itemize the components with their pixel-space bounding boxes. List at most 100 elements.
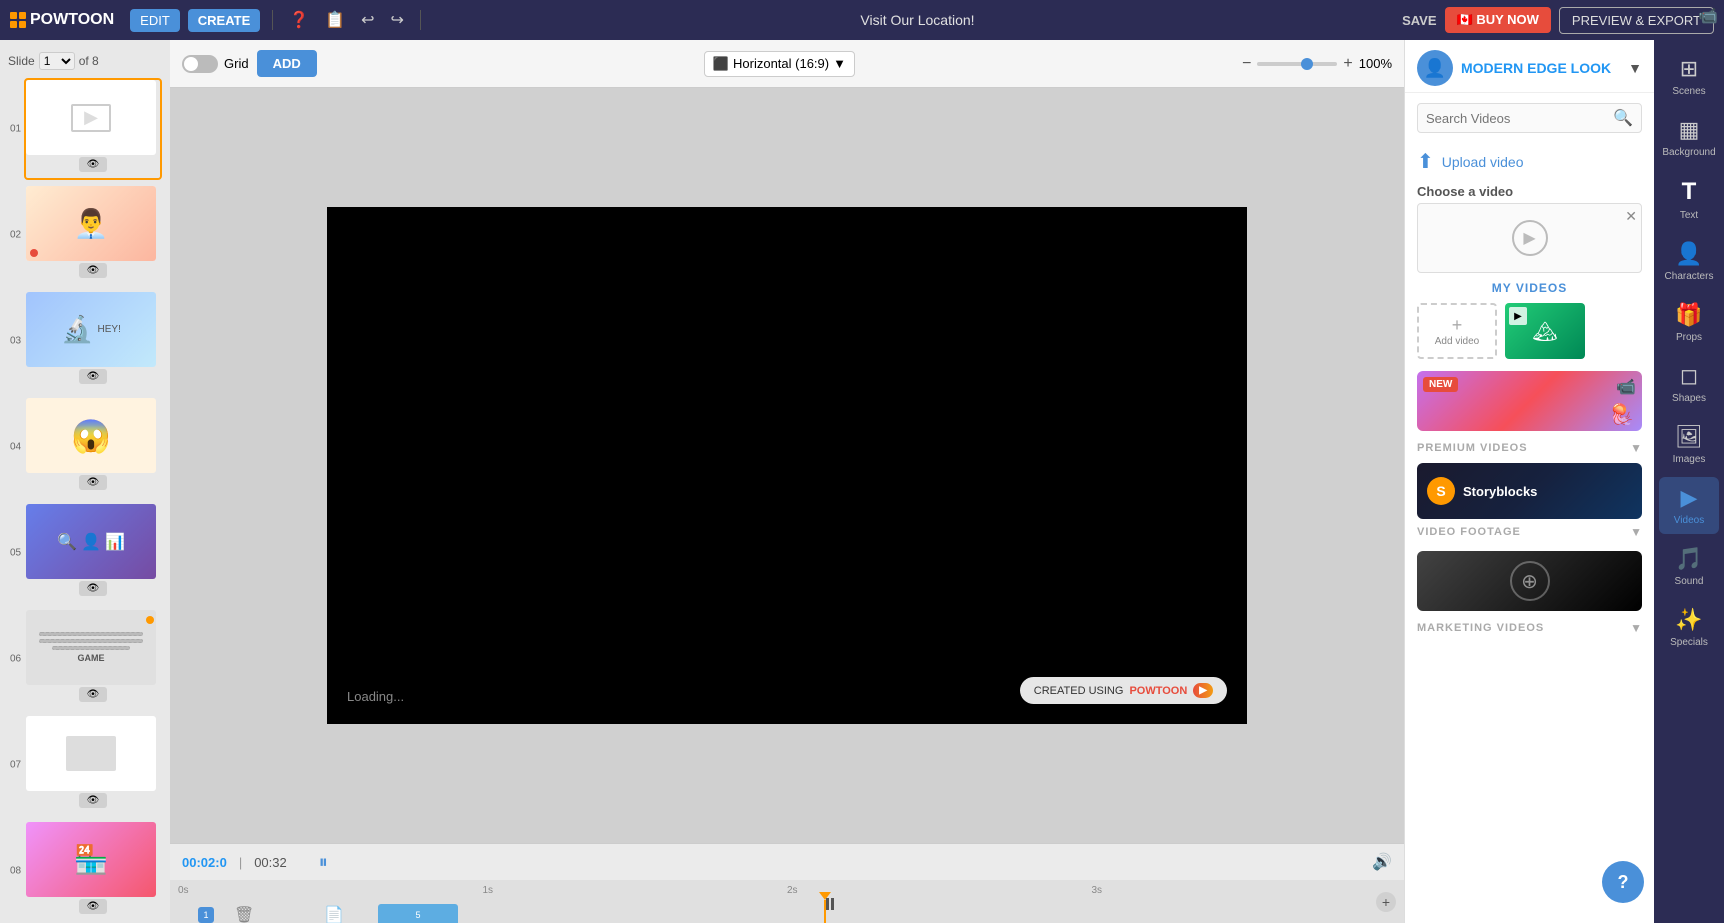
sidebar-item-images[interactable]: 🖼 Images bbox=[1659, 416, 1719, 473]
slide-item-7[interactable]: 07 👁 bbox=[24, 714, 162, 816]
marketing-label: MARKETING VIDEOS bbox=[1417, 622, 1544, 634]
sidebar-item-sound[interactable]: 🎵 Sound bbox=[1659, 538, 1719, 595]
sidebar-item-scenes[interactable]: ⊞ Scenes bbox=[1659, 48, 1719, 105]
sidebar-item-text[interactable]: T Text bbox=[1659, 170, 1719, 229]
storyblocks-section[interactable]: S Storyblocks 📹 bbox=[1417, 463, 1642, 519]
buy-now-button[interactable]: 🇨🇦 BUY NOW bbox=[1445, 7, 1551, 33]
canvas-wrapper: ◀ Loading... CREATED USING POWTOON ▶ bbox=[170, 88, 1404, 843]
watermark-text: CREATED USING bbox=[1034, 685, 1124, 697]
zoom-slider[interactable] bbox=[1257, 62, 1337, 66]
add-video-card[interactable]: + Add video bbox=[1417, 303, 1497, 359]
slide-number-6: 06 bbox=[10, 654, 21, 665]
slide-item-6[interactable]: 06 GAME 👁 bbox=[24, 608, 162, 710]
sidebar-item-props[interactable]: 🎁 Props bbox=[1659, 294, 1719, 351]
slide-8-view-button[interactable]: 👁 bbox=[79, 899, 108, 914]
slide-7-view-button[interactable]: 👁 bbox=[79, 793, 108, 808]
playhead[interactable] bbox=[824, 900, 826, 923]
panel-collapse-button[interactable]: ▼ bbox=[1628, 60, 1642, 76]
loading-text: Loading... bbox=[347, 689, 404, 704]
video-search-input[interactable] bbox=[1426, 111, 1613, 126]
marketing-videos-section[interactable]: ⊕ bbox=[1417, 551, 1642, 611]
slide-3-view-button[interactable]: 👁 bbox=[79, 369, 108, 384]
specials-label: Specials bbox=[1670, 637, 1708, 648]
text-icon: T bbox=[1682, 178, 1697, 206]
canvas-toolbar: Grid ADD ⬛ Horizontal (16:9) ▼ − + 100% bbox=[170, 40, 1404, 88]
add-video-label: Add video bbox=[1435, 336, 1479, 347]
grid-toggle-switch[interactable] bbox=[182, 55, 218, 73]
marketing-section-arrow[interactable]: ▼ bbox=[1630, 621, 1642, 635]
slide-item-5[interactable]: 05 🔍 👤 📊 👁 bbox=[24, 502, 162, 604]
slide-item-3[interactable]: 03 🔬 HEY! 👁 bbox=[24, 290, 162, 392]
volume-button[interactable]: 🔊 bbox=[1372, 852, 1392, 872]
video-upload-area[interactable]: ▶ ✕ bbox=[1417, 203, 1642, 273]
sidebar-item-characters[interactable]: 👤 Characters bbox=[1659, 233, 1719, 290]
video-upload-close-button[interactable]: ✕ bbox=[1625, 208, 1637, 225]
slide-thumb-3: 🔬 HEY! bbox=[26, 292, 156, 367]
slide-5-view-button[interactable]: 👁 bbox=[79, 581, 108, 596]
images-label: Images bbox=[1673, 454, 1706, 465]
slide-item-1[interactable]: 01 ▶ 👁 bbox=[24, 78, 162, 180]
premium-section-arrow[interactable]: ▼ bbox=[1630, 441, 1642, 455]
slide-item-8[interactable]: 08 🏪 👁 bbox=[24, 820, 162, 922]
slide-4-view-button[interactable]: 👁 bbox=[79, 475, 108, 490]
scenes-label: Scenes bbox=[1672, 86, 1705, 97]
slide-6-view-button[interactable]: 👁 bbox=[79, 687, 108, 702]
premium-videos-section[interactable]: NEW 📹 🪼 bbox=[1417, 371, 1642, 431]
sidebar-item-background[interactable]: ▦ Background bbox=[1659, 109, 1719, 166]
pause-button[interactable]: ⏸ bbox=[319, 852, 328, 873]
search-button[interactable]: 🔍 bbox=[1613, 108, 1633, 128]
zoom-minus-button[interactable]: − bbox=[1242, 55, 1251, 73]
divider-1 bbox=[272, 10, 273, 30]
undo-button[interactable]: ↩ bbox=[357, 6, 378, 34]
main-layout: Slide 1234 5678 of 8 01 ▶ 👁 02 bbox=[0, 40, 1724, 923]
timeline-track: 0s 1s 2s 3s 1 🗑 📄 5 bbox=[170, 880, 1404, 923]
slide-number-select[interactable]: 1234 5678 bbox=[39, 52, 75, 70]
timeline-ruler: 0s 1s 2s 3s bbox=[178, 880, 1396, 900]
video-thumb-1[interactable]: 🏔 ▶ bbox=[1505, 303, 1585, 359]
slide-thumb-7 bbox=[26, 716, 156, 791]
aspect-selector[interactable]: ⬛ Horizontal (16:9) ▼ bbox=[704, 51, 855, 77]
add-button[interactable]: ADD bbox=[257, 50, 317, 77]
slide-item-2[interactable]: 02 👨‍💼 👁 bbox=[24, 184, 162, 286]
sound-label: Sound bbox=[1675, 576, 1704, 587]
help-button[interactable]: ❓ bbox=[285, 6, 313, 34]
search-bar: 🔍 bbox=[1417, 103, 1642, 133]
notes-button[interactable]: 📋 bbox=[321, 6, 349, 34]
main-canvas[interactable]: Loading... CREATED USING POWTOON ▶ bbox=[327, 207, 1247, 724]
playback-controls: ⏸ bbox=[319, 852, 328, 873]
sidebar-item-shapes[interactable]: ◻ Shapes bbox=[1659, 355, 1719, 412]
premium-label-bar: PREMIUM VIDEOS ▼ bbox=[1405, 439, 1654, 459]
slide-item-4[interactable]: 04 😱 👁 bbox=[24, 396, 162, 498]
images-icon: 🖼 bbox=[1675, 424, 1703, 450]
zoom-plus-button[interactable]: + bbox=[1343, 55, 1352, 73]
sidebar-item-specials[interactable]: ✨ Specials bbox=[1659, 599, 1719, 656]
timeline-trash-button[interactable]: 🗑 bbox=[228, 903, 260, 923]
help-bubble[interactable]: ? bbox=[1602, 861, 1644, 903]
slide-number-7: 07 bbox=[10, 760, 21, 771]
save-button[interactable]: SAVE bbox=[1402, 13, 1436, 28]
slide-number-8: 08 bbox=[10, 866, 21, 877]
total-time: 00:32 bbox=[254, 855, 287, 870]
create-button[interactable]: CREATE bbox=[188, 9, 260, 32]
slide-1-view-button[interactable]: 👁 bbox=[79, 157, 108, 172]
timeline-marker-1[interactable]: 1 bbox=[198, 907, 214, 923]
panel-title: MODERN EDGE LOOK bbox=[1461, 60, 1611, 76]
slide-thumb-1: ▶ bbox=[26, 80, 156, 155]
timeline-add-button[interactable]: + bbox=[1376, 892, 1396, 912]
aspect-chevron-icon: ▼ bbox=[833, 56, 846, 71]
sidebar-item-videos[interactable]: ▶ Videos bbox=[1659, 477, 1719, 534]
upload-label: Upload video bbox=[1442, 154, 1524, 170]
upload-video-row[interactable]: ⬆ Upload video bbox=[1405, 143, 1654, 180]
canvas-area: Grid ADD ⬛ Horizontal (16:9) ▼ − + 100% bbox=[170, 40, 1404, 923]
timeline-doc-button[interactable]: 📄 bbox=[318, 903, 350, 923]
videos-icon: ▶ bbox=[1681, 485, 1698, 511]
edit-button[interactable]: EDIT bbox=[130, 9, 180, 32]
storyblocks-section-arrow[interactable]: ▼ bbox=[1630, 525, 1642, 539]
preview-export-button[interactable]: PREVIEW & EXPORT bbox=[1559, 7, 1714, 34]
shapes-icon: ◻ bbox=[1680, 363, 1698, 389]
slide-2-view-button[interactable]: 👁 bbox=[79, 263, 108, 278]
redo-button[interactable]: ↪ bbox=[387, 6, 408, 34]
choose-video-label: Choose a video bbox=[1405, 180, 1654, 203]
props-icon: 🎁 bbox=[1675, 302, 1702, 328]
topbar: POWTOON EDIT CREATE ❓ 📋 ↩ ↪ Visit Our Lo… bbox=[0, 0, 1724, 40]
